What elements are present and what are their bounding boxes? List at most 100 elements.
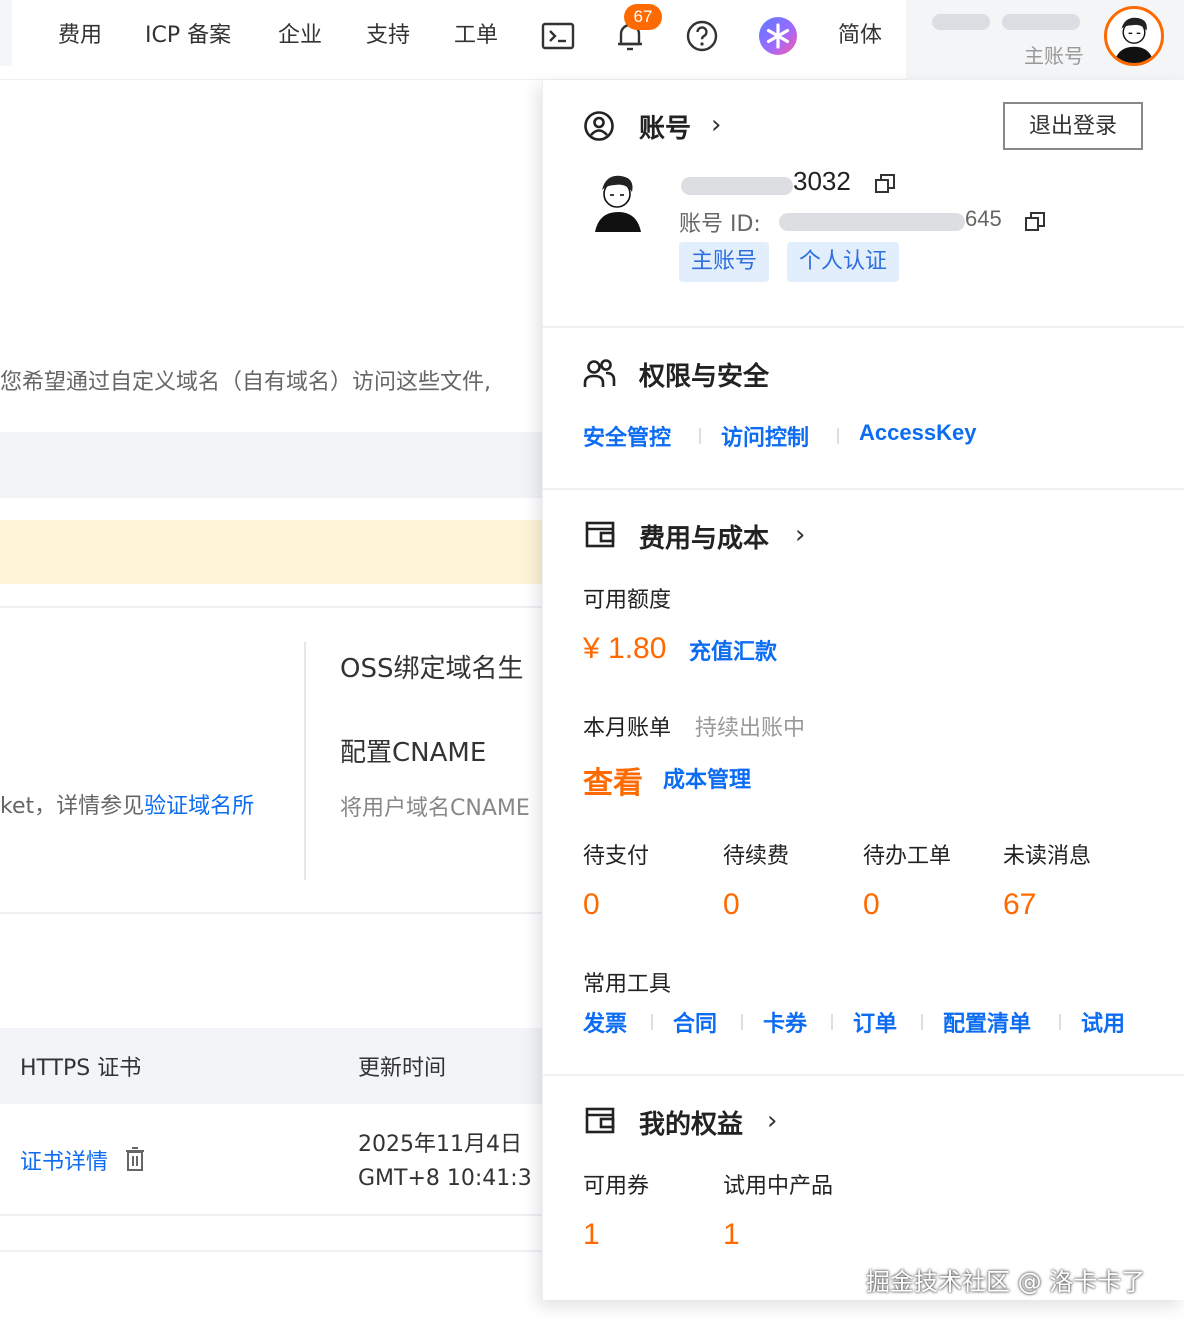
avatar[interactable] [1104, 6, 1164, 66]
stat-label-pending-renewal: 待续费 [723, 844, 790, 869]
masked-account-name [681, 177, 793, 195]
copy-icon[interactable] [1023, 210, 1047, 234]
balance-label: 可用额度 [583, 588, 672, 613]
help-icon[interactable] [684, 18, 720, 54]
wallet-icon [585, 1107, 615, 1134]
nav-item-enterprise[interactable]: 企业 [278, 20, 322, 52]
section-divider [543, 1074, 1184, 1076]
masked-username-part [932, 14, 990, 30]
link-access-control[interactable]: 访问控制 [721, 420, 809, 452]
language-switch[interactable]: 简体 [838, 20, 882, 52]
stat-label-trial-products: 试用中产品 [723, 1174, 834, 1199]
nav-item-billing[interactable]: 费用 [58, 20, 102, 52]
stat-value-pending-tickets[interactable]: 0 [863, 888, 880, 922]
divider [0, 606, 545, 608]
logout-button[interactable]: 退出登录 [1003, 102, 1143, 150]
account-title[interactable]: 账号 [639, 108, 691, 145]
nav-item-support[interactable]: 支持 [366, 20, 410, 52]
link-separator [921, 1014, 923, 1030]
stat-value-pending-payment[interactable]: 0 [583, 888, 600, 922]
balance-value: ¥ 1.80 [583, 632, 667, 665]
watermark: 掘金技术社区 @ 洛卡卡了 [866, 1268, 1146, 1296]
stat-value-pending-renewal[interactable]: 0 [723, 888, 740, 922]
avatar-illustration-icon [1114, 17, 1154, 63]
link-security-control[interactable]: 安全管控 [583, 420, 671, 452]
config-cname-desc: 将用户域名CNAME [340, 796, 530, 821]
tool-config-list[interactable]: 配置清单 [943, 1006, 1031, 1038]
notification-badge: 67 [624, 4, 662, 30]
account-dropdown-panel: 账号 › 退出登录 3032 账号 ID: 645 主账号 个人认证 权限与安全… [542, 80, 1184, 1300]
section-divider [543, 326, 1184, 328]
stat-label-available-coupons: 可用券 [583, 1174, 650, 1199]
cost-management-link[interactable]: 成本管理 [663, 762, 751, 794]
update-time: GMT+8 10:41:3 [358, 1166, 532, 1191]
nav-item-icp[interactable]: ICP 备案 [145, 20, 231, 52]
link-separator [699, 428, 701, 444]
info-band [0, 432, 545, 498]
stat-value-trial-products[interactable]: 1 [723, 1218, 740, 1252]
stat-label-pending-payment: 待支付 [583, 844, 650, 869]
domain-description-text: 您希望通过自定义域名（自有域名）访问这些文件, [0, 370, 491, 395]
view-bill-link[interactable]: 查看 [583, 758, 643, 802]
tool-invoice[interactable]: 发票 [583, 1006, 627, 1038]
masked-account-id [779, 213, 965, 231]
ai-assistant-icon[interactable] [758, 16, 798, 56]
user-menu-trigger[interactable]: 主账号 [906, 0, 1184, 80]
account-id-label: 账号 ID: [679, 212, 761, 237]
monthly-bill-label: 本月账单 [583, 716, 672, 741]
link-separator [831, 1014, 833, 1030]
tool-orders[interactable]: 订单 [853, 1006, 897, 1038]
chevron-right-icon[interactable]: › [711, 110, 721, 140]
section-divider [543, 488, 1184, 490]
stat-label-pending-tickets: 待办工单 [863, 844, 952, 869]
stat-label-unread-messages: 未读消息 [1003, 844, 1092, 869]
benefits-title[interactable]: 我的权益 [639, 1104, 743, 1141]
stat-value-unread-messages[interactable]: 67 [1003, 888, 1036, 922]
tool-coupon[interactable]: 卡券 [763, 1006, 807, 1038]
bill-status: 持续出账中 [695, 716, 806, 741]
wallet-icon [585, 521, 615, 548]
verify-prefix: ket，详情参见 [0, 794, 145, 819]
avatar [595, 175, 641, 232]
terminal-icon[interactable] [540, 18, 576, 54]
chevron-right-icon[interactable]: › [767, 1106, 777, 1136]
left-edge-block [0, 0, 12, 66]
section-title: OSS绑定域名生 [340, 654, 524, 684]
update-date: 2025年11月4日 [358, 1132, 522, 1157]
top-navigation-bar: 费用 ICP 备案 企业 支持 工单 67 简体 主账号 [0, 0, 1184, 80]
table-header-update-time: 更新时间 [358, 1056, 447, 1081]
cost-title[interactable]: 费用与成本 [639, 518, 769, 555]
config-cname-title: 配置CNAME [340, 738, 487, 768]
chevron-right-icon[interactable]: › [795, 520, 805, 550]
masked-username-part [1002, 14, 1080, 30]
cert-detail-link[interactable]: 证书详情 [20, 1144, 108, 1176]
link-separator [741, 1014, 743, 1030]
verify-domain-link[interactable]: 验证域名所 [144, 794, 254, 819]
users-icon [583, 359, 616, 387]
warning-band [0, 520, 545, 584]
divider-vertical [304, 642, 306, 880]
link-separator [837, 428, 839, 444]
divider [0, 912, 545, 914]
tag-main-account: 主账号 [679, 242, 770, 282]
trash-icon[interactable] [124, 1146, 146, 1172]
tag-personal-verification[interactable]: 个人认证 [787, 242, 900, 282]
verify-domain-text: ket，详情参见验证域名所 [0, 788, 300, 820]
account-name-suffix: 3032 [793, 166, 851, 196]
link-separator [651, 1014, 653, 1030]
stat-value-available-coupons[interactable]: 1 [583, 1218, 600, 1252]
recharge-link[interactable]: 充值汇款 [689, 634, 777, 666]
user-role-label: 主账号 [1024, 44, 1084, 68]
copy-icon[interactable] [873, 172, 897, 196]
table-header-https-cert: HTTPS 证书 [20, 1056, 142, 1081]
divider [0, 1250, 545, 1252]
tool-contract[interactable]: 合同 [673, 1006, 717, 1038]
nav-item-ticket[interactable]: 工单 [454, 20, 498, 52]
link-separator [1059, 1014, 1061, 1030]
security-title: 权限与安全 [639, 362, 770, 392]
link-accesskey[interactable]: AccessKey [859, 420, 976, 446]
account-id-suffix: 645 [965, 206, 1002, 231]
divider [0, 1214, 545, 1216]
tool-trial[interactable]: 试用 [1081, 1006, 1125, 1038]
user-circle-icon [584, 111, 614, 141]
